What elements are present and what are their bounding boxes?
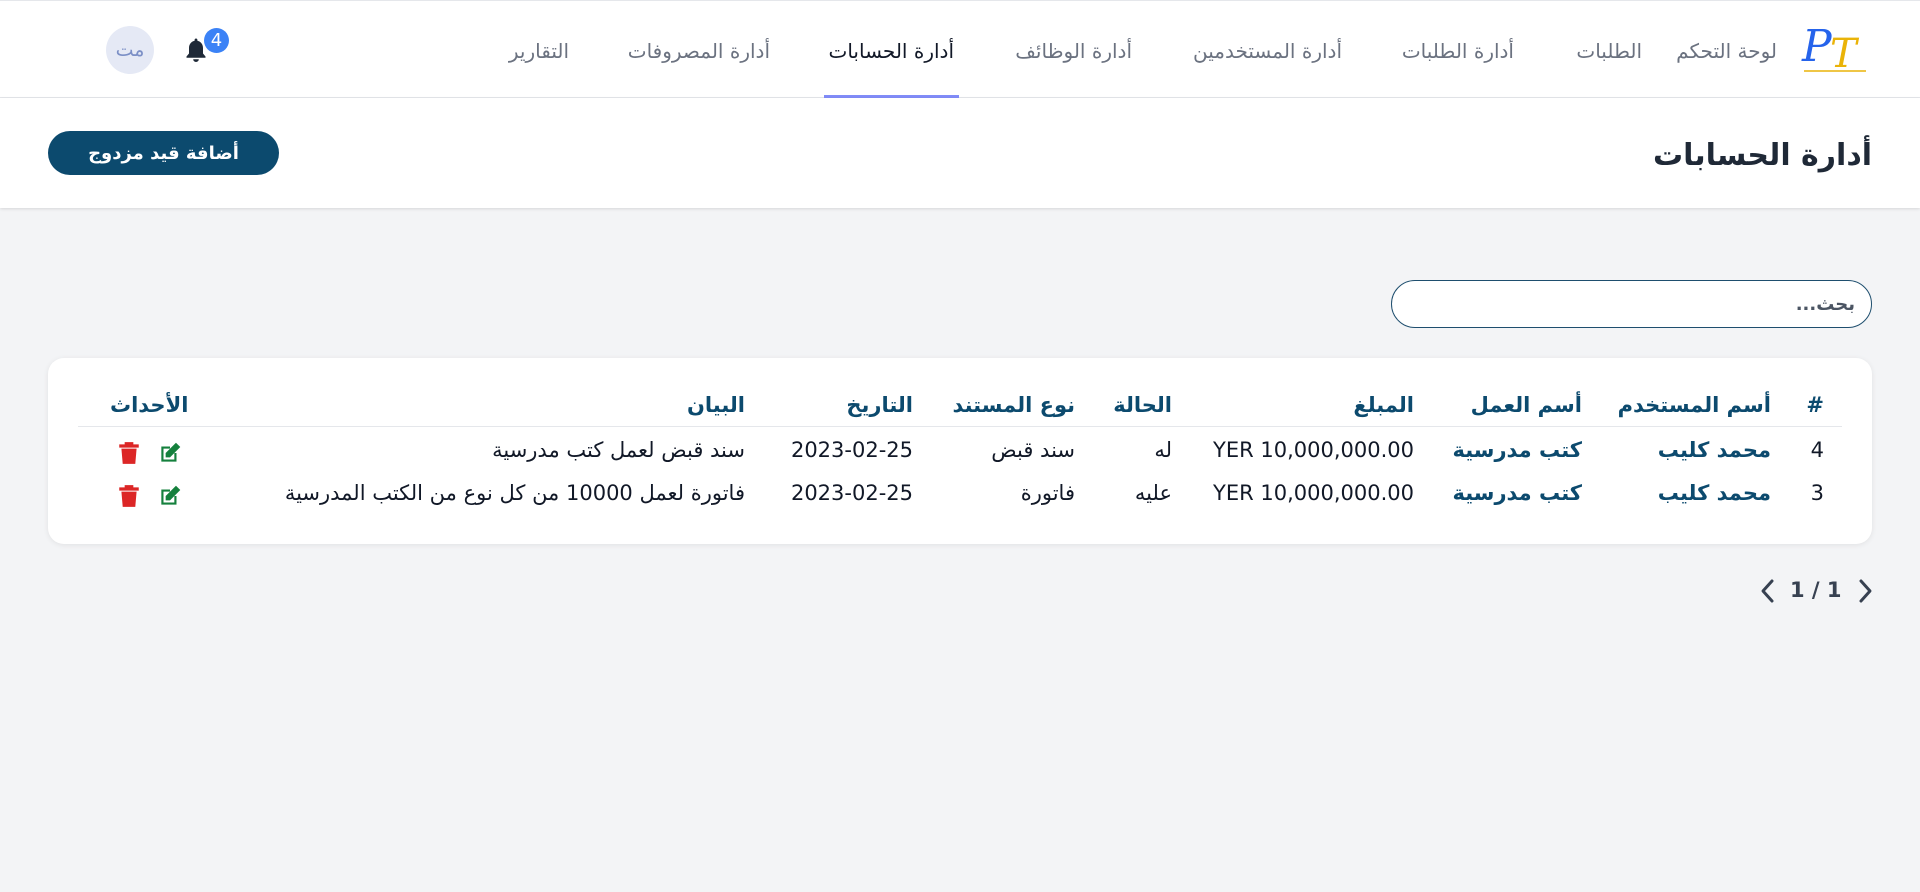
cell-status: له [1154,438,1172,462]
edit-icon[interactable] [157,440,183,466]
svg-text:T: T [1830,31,1860,77]
cell-description: فاتورة لعمل 10000 من كل نوع من الكتب الم… [284,481,745,505]
column-header-description: البيان [686,393,745,417]
nav-dashboard[interactable]: لوحة التحكم [1676,39,1777,63]
cell-date: 2023-02-25 [790,481,913,505]
nav-orders[interactable]: الطلبات [1576,39,1642,63]
top-navbar: P T لوحة التحكم الطلبات أدارة الطلبات أد… [0,0,1920,98]
cell-work-link[interactable]: كتب مدرسية [1452,481,1582,505]
cell-status: عليه [1134,481,1172,505]
nav-manage-expenses[interactable]: أدارة المصروفات [628,39,770,63]
cell-description: سند قبض لعمل كتب مدرسية [492,438,745,462]
cell-amount: YER 10,000,000.00 [1213,438,1414,462]
add-double-entry-button[interactable]: أضافة قيد مزدوج [48,131,279,175]
column-header-date: التاريخ [846,393,913,417]
column-header-amount: المبلغ [1353,393,1414,417]
cell-date: 2023-02-25 [790,438,913,462]
cell-id: 4 [1810,438,1824,462]
cell-doc-type: سند قبض [991,438,1075,462]
column-header-id: # [1806,393,1824,417]
edit-icon[interactable] [157,483,183,509]
column-header-user: أسم المستخدم [1617,393,1771,417]
notification-badge: 4 [204,28,229,53]
column-header-work: أسم العمل [1470,393,1582,417]
accounts-table: # أسم المستخدم أسم العمل المبلغ الحالة ن… [48,358,1872,544]
column-header-actions: الأحداث [110,393,189,417]
nav-manage-users[interactable]: أدارة المستخدمين [1193,39,1342,63]
nav-manage-orders[interactable]: أدارة الطلبات [1402,39,1514,63]
delete-icon[interactable] [116,483,142,509]
chevron-right-icon[interactable] [1855,577,1875,605]
cell-amount: YER 10,000,000.00 [1213,481,1414,505]
nav-reports[interactable]: التقارير [509,39,569,63]
cell-work-link[interactable]: كتب مدرسية [1452,438,1582,462]
cell-id: 3 [1810,481,1824,505]
cell-user-link[interactable]: محمد كليب [1658,481,1771,505]
logo-icon[interactable]: P T [1800,21,1870,77]
header-divider [78,426,1842,427]
svg-text:P: P [1801,21,1833,72]
user-avatar[interactable]: مت [106,26,154,74]
column-header-doc-type: نوع المستند [952,393,1075,417]
cell-user-link[interactable]: محمد كليب [1658,438,1771,462]
cell-doc-type: فاتورة [1020,481,1075,505]
nav-manage-jobs[interactable]: أدارة الوظائف [1015,39,1132,63]
chevron-left-icon[interactable] [1758,577,1778,605]
delete-icon[interactable] [116,440,142,466]
column-header-status: الحالة [1113,393,1172,417]
page-title: أدارة الحسابات [1652,138,1872,173]
nav-manage-accounts[interactable]: أدارة الحسابات [829,39,955,63]
page-header: أدارة الحسابات أضافة قيد مزدوج [0,98,1920,208]
page-indicator: 1 / 1 [1790,578,1842,602]
search-input[interactable] [1391,280,1872,328]
